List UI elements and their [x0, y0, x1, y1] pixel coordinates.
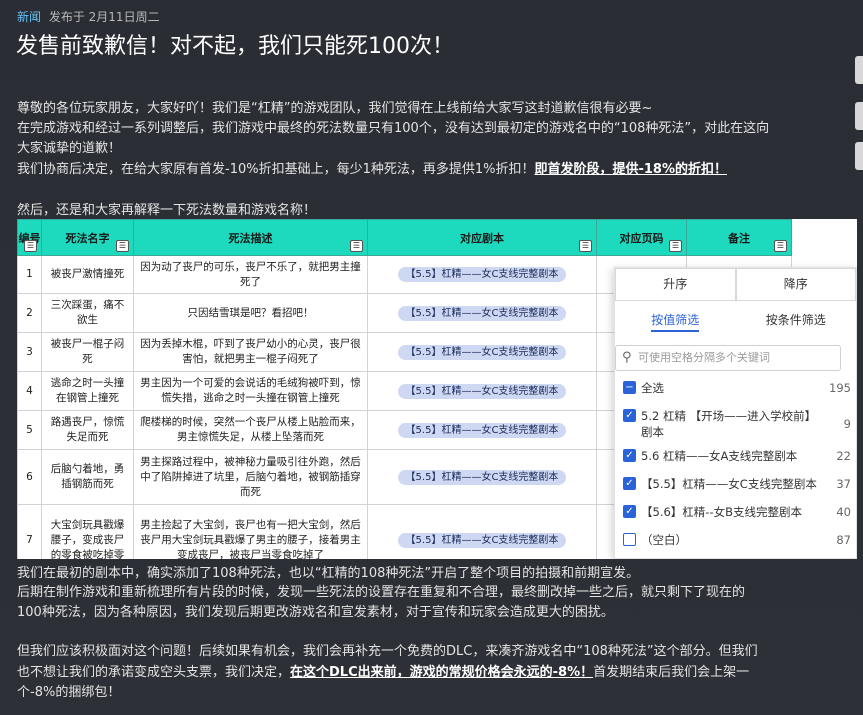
- sort-row: 升序 降序: [615, 268, 856, 301]
- cell-desc[interactable]: 爬楼梯的时候，突然一个丧尸从楼上贴脸而来，男主惊慌失足，从楼上坠落而死: [133, 410, 368, 450]
- col-header-script[interactable]: 对应剧本 ☰: [367, 219, 597, 256]
- news-tag[interactable]: 新闻: [17, 10, 41, 24]
- cell-id[interactable]: 2: [17, 293, 42, 333]
- script-tag: 【5.5】杠精——女C支线完整剧本: [397, 267, 567, 282]
- filter-option[interactable]: ✓ 【5.5】杠精——女C支线完整剧本 37: [623, 476, 851, 492]
- cell-script[interactable]: 【5.5】杠精——女C支线完整剧本: [367, 332, 597, 372]
- discount-highlight: 即首发阶段，提供-18%的折扣！: [534, 162, 727, 177]
- cell-script[interactable]: 【5.5】杠精——女C支线完整剧本: [367, 293, 597, 333]
- cell-script[interactable]: 【5.5】杠精——女C支线完整剧本: [367, 255, 597, 294]
- cell-name[interactable]: 三次踩蛋，痛不欲生: [41, 293, 134, 333]
- filter-icon[interactable]: ☰: [24, 240, 37, 252]
- filter-icon[interactable]: ☰: [774, 240, 787, 252]
- col-header-desc[interactable]: 死法描述 ☰: [133, 219, 368, 256]
- col-header-note[interactable]: 备注 ☰: [686, 219, 792, 256]
- cell-name[interactable]: 被丧尸激情撞死: [41, 255, 134, 294]
- page-title: 发售前致歉信！对不起，我们只能死100次！: [16, 34, 454, 59]
- cell-desc[interactable]: 因为动了丧尸的可乐，丧尸不乐了，就把男主撞死了: [133, 255, 368, 294]
- checkbox-partial-icon[interactable]: −: [623, 381, 636, 394]
- intro-line-4: 我们协商后决定，在给大家原有首发-10%折扣基础上，每少1种死法，再多提供1%折…: [17, 161, 727, 179]
- cell-desc[interactable]: 只因结雪琪是吧？看招吧！: [133, 293, 368, 333]
- col-header-page[interactable]: 对应页码 ☰: [596, 219, 687, 256]
- cell-desc[interactable]: 因为丢掉木棍，吓到了丧尸幼小的心灵，丧尸很害怕，就把男主一棍子闷死了: [133, 332, 368, 372]
- table-header-row: 编号 ☰ 死法名字 ☰ 死法描述 ☰ 对应剧本 ☰ 对应页码 ☰ 备注 ☰: [17, 219, 792, 256]
- filter-icon[interactable]: ☰: [116, 240, 129, 252]
- col-header-name[interactable]: 死法名字 ☰: [41, 219, 134, 256]
- side-tab[interactable]: [855, 142, 863, 170]
- filter-dropdown-panel: 升序 降序 按值筛选 按条件筛选 ⚲ 可使用空格分隔多个关键词 − 全选 195…: [614, 267, 857, 559]
- outro-line-3: 100种死法，因为各种原因，我们发现后期更改游戏名和宣发素材，对于宣传和玩家会造…: [17, 605, 614, 620]
- side-tab[interactable]: [855, 102, 863, 130]
- cell-script[interactable]: 【5.5】杠精——女C支线完整剧本: [367, 371, 597, 411]
- outro-line-6: 个-8%的捆绑包！: [17, 685, 121, 700]
- cell-name[interactable]: 后脑勺着地，勇插钢筋而死: [41, 449, 134, 505]
- checkbox-checked-icon[interactable]: ✓: [623, 449, 636, 462]
- script-tag: 【5.5】杠精——女C支线完整剧本: [397, 344, 567, 360]
- cell-name[interactable]: 逃命之时一头撞在钢管上撞死: [41, 371, 134, 411]
- cell-id[interactable]: 3: [17, 332, 42, 372]
- outro-line-5-tail: 首发期结束后我们会上架一: [593, 665, 750, 680]
- cell-script[interactable]: 【5.5】杠精——女C支线完整剧本: [367, 410, 597, 450]
- intro-line-1: 尊敬的各位玩家朋友，大家好吖！我们是“杠精”的游戏团队，我们觉得在上线前给大家写…: [17, 101, 653, 116]
- cell-name[interactable]: 大宝剑玩具戳爆腰子，变成丧尸的零食被吃掉零: [41, 504, 134, 559]
- outro-line-2: 后期在制作游戏和重新梳理所有片段的时候，发现一些死法的设置存在重复和不合理，最终…: [17, 585, 746, 600]
- cell-id[interactable]: 5: [17, 410, 42, 450]
- intro-line-2: 在完成游戏和经过一系列调整后，我们游戏中最终的死法数量只有100个，没有达到最初…: [17, 121, 770, 136]
- filter-option[interactable]: ✓ 【5.6】杠精--女B支线完整剧本 40: [623, 504, 851, 520]
- cell-id[interactable]: 4: [17, 371, 42, 411]
- intro-line-5: 然后，还是和大家再解释一下死法数量和游戏名称！: [17, 203, 317, 218]
- filter-search-input[interactable]: ⚲ 可使用空格分隔多个关键词: [615, 345, 841, 371]
- filter-tabs: 按值筛选 按条件筛选: [615, 308, 856, 334]
- sort-descending-button[interactable]: 降序: [735, 268, 856, 301]
- outro-line-5: 也不想让我们的承诺变成空头支票，我们决定，在这个DLC出来前，游戏的常规价格会永…: [17, 664, 749, 682]
- outro-line-4: 但我们应该积极面对这个问题！后续如果有机会，我们会再补充一个免费的DLC，来凑齐…: [17, 644, 758, 659]
- intro-line-4-text: 我们协商后决定，在给大家原有首发-10%折扣基础上，每少1种死法，再多提供1%折…: [17, 162, 535, 177]
- cell-script[interactable]: 【5.5】杠精——女C支线完整剧本: [367, 449, 597, 505]
- script-tag: 【5.5】杠精——女C支线完整剧本: [397, 533, 567, 548]
- cell-id[interactable]: 1: [17, 255, 42, 294]
- cell-desc[interactable]: 男主捡起了大宝剑，丧尸也有一把大宝剑，然后丧尸用大宝剑玩具戳爆了男主的腰子，接着…: [133, 504, 368, 559]
- cell-script[interactable]: 【5.5】杠精——女C支线完整剧本: [367, 504, 597, 559]
- cell-name[interactable]: 路遇丧尸，惊慌失足而死: [41, 410, 134, 450]
- checkbox-checked-icon[interactable]: ✓: [623, 409, 636, 422]
- outro-line-5-text: 也不想让我们的承诺变成空头支票，我们决定，: [17, 665, 291, 680]
- sort-ascending-button[interactable]: 升序: [615, 268, 736, 301]
- filter-icon[interactable]: ☰: [350, 240, 363, 252]
- publish-date: 发布于 2月11日周二: [48, 10, 160, 24]
- filter-icon[interactable]: ☰: [579, 240, 592, 252]
- cell-desc[interactable]: 男主因为一个可爱的会说话的毛绒狗被吓到，惊慌失措，逃命之时一头撞在钢管上撞死: [133, 371, 368, 411]
- script-tag: 【5.5】杠精——女C支线完整剧本: [397, 422, 567, 438]
- cell-name[interactable]: 被丧尸一棍子闷死: [41, 332, 134, 372]
- filter-icon[interactable]: ☰: [669, 240, 682, 252]
- checkbox-checked-icon[interactable]: ✓: [623, 477, 636, 490]
- spreadsheet-screenshot: 编号 ☰ 死法名字 ☰ 死法描述 ☰ 对应剧本 ☰ 对应页码 ☰ 备注 ☰ 1 被丧尸激情撞…: [17, 219, 857, 559]
- checkbox-checked-icon[interactable]: ✓: [623, 505, 636, 518]
- filter-option[interactable]: ✓ 5.2 杠精 【开场——进入学校前】剧本 9: [623, 408, 851, 440]
- script-tag: 【5.5】杠精——女C支线完整剧本: [397, 469, 567, 485]
- search-placeholder: 可使用空格分隔多个关键词: [638, 351, 770, 364]
- filter-option-blank[interactable]: （空白） 87: [623, 532, 851, 548]
- tab-filter-by-condition[interactable]: 按条件筛选: [736, 308, 857, 334]
- scroll-handle[interactable]: [855, 56, 863, 84]
- outro-line-1: 我们在最初的剧本中，确实添加了108种死法，也以“杠精的108种死法”开启了整个…: [17, 566, 640, 581]
- cell-id[interactable]: 7: [17, 504, 42, 559]
- cell-id[interactable]: 6: [17, 449, 42, 505]
- checkbox-unchecked-icon[interactable]: [623, 533, 636, 546]
- dlc-highlight: 在这个DLC出来前，游戏的常规价格会永远的-8%！: [290, 665, 594, 680]
- script-tag: 【5.5】杠精——女C支线完整剧本: [397, 383, 567, 399]
- col-header-id[interactable]: 编号 ☰: [17, 219, 42, 256]
- filter-option[interactable]: ✓ 5.6 杠精——女A支线完整剧本 22: [623, 448, 851, 464]
- tab-filter-by-value[interactable]: 按值筛选: [615, 308, 736, 334]
- search-icon: ⚲: [622, 350, 632, 365]
- script-tag: 【5.5】杠精——女C支线完整剧本: [397, 305, 567, 321]
- cell-desc[interactable]: 男主探路过程中，被神秘力量吸引往外跑，然后中了陷阱掉进了坑里，后脑勺着地，被钢筋…: [133, 449, 368, 505]
- news-meta: 新闻 发布于 2月11日周二: [17, 8, 160, 25]
- intro-line-3: 大家诚挚的道歉！: [17, 141, 122, 156]
- filter-option-select-all[interactable]: − 全选 195: [623, 380, 851, 396]
